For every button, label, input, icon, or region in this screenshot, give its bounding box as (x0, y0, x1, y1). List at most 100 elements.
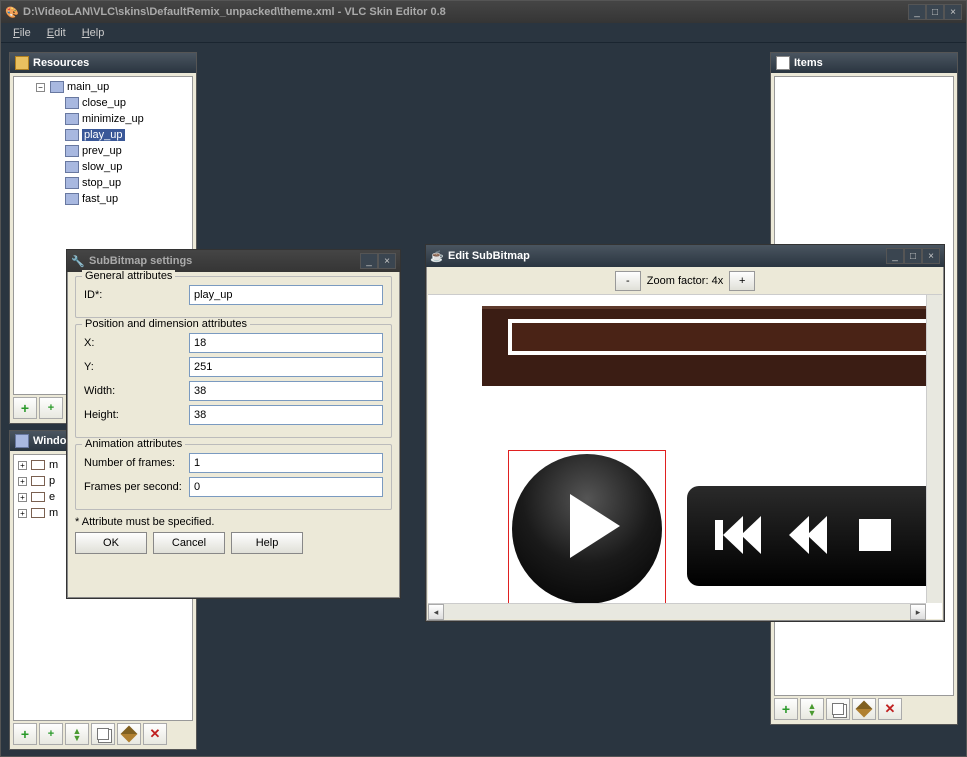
item-duplicate-button[interactable] (826, 698, 850, 720)
maximize-button[interactable]: □ (926, 4, 944, 20)
tree-item-label: play_up (82, 129, 125, 141)
tree-row[interactable]: fast_up (16, 191, 190, 207)
tree-item-label: close_up (82, 97, 126, 109)
bitmap-icon (65, 113, 79, 125)
add-sub-button[interactable]: + (39, 397, 63, 419)
menu-help[interactable]: Help (74, 25, 113, 41)
edit-maximize-button[interactable]: □ (904, 248, 922, 264)
expand-icon[interactable]: + (18, 461, 27, 470)
delete-icon: ✕ (150, 726, 161, 742)
anim-group-label: Animation attributes (82, 438, 185, 450)
vertical-scrollbar[interactable] (926, 295, 942, 603)
edit-titlebar[interactable]: ☕ Edit SubBitmap _ □ × (426, 245, 944, 267)
minimize-button[interactable]: _ (908, 4, 926, 20)
tree-item-label: fast_up (82, 193, 118, 205)
window-icon (31, 460, 45, 470)
window-icon (31, 508, 45, 518)
close-button[interactable]: × (944, 4, 962, 20)
position-dimension-group: Position and dimension attributes X: Y: … (75, 324, 392, 438)
width-label: Width: (84, 385, 189, 397)
updown-icon (808, 701, 817, 718)
tree-row[interactable]: minimize_up (16, 111, 190, 127)
bitmap-canvas-area[interactable] (428, 295, 942, 619)
width-field[interactable] (189, 381, 383, 401)
settings-minimize-button[interactable]: _ (360, 253, 378, 269)
menu-edit[interactable]: Edit (39, 25, 74, 41)
zoom-out-button[interactable]: - (615, 271, 641, 291)
settings-close-button[interactable]: × (378, 253, 396, 269)
copy-icon (832, 703, 844, 715)
expand-icon[interactable]: + (18, 493, 27, 502)
expand-icon[interactable]: + (18, 509, 27, 518)
subbitmap-settings-dialog: 🔧 SubBitmap settings _ × General attribu… (66, 249, 401, 599)
help-button[interactable]: Help (231, 532, 303, 554)
y-field[interactable] (189, 357, 383, 377)
height-label: Height: (84, 409, 189, 421)
tree-row[interactable]: close_up (16, 95, 190, 111)
edit-button[interactable] (117, 723, 141, 745)
tree-item-label: stop_up (82, 177, 121, 189)
tree-row-root[interactable]: − main_up (16, 79, 190, 95)
item-add-button[interactable]: + (774, 698, 798, 720)
expand-icon[interactable]: + (18, 477, 27, 486)
items-toolbar: + ✕ (774, 698, 954, 722)
settings-titlebar[interactable]: 🔧 SubBitmap settings _ × (67, 250, 400, 272)
tree-item-label: minimize_up (82, 113, 144, 125)
tree-row[interactable]: play_up (16, 127, 190, 143)
bitmap-icon (65, 145, 79, 157)
windows-icon (15, 434, 29, 448)
tree-row[interactable]: slow_up (16, 159, 190, 175)
tree-root-label: main_up (67, 81, 109, 93)
edit-minimize-button[interactable]: _ (886, 248, 904, 264)
java-icon: ☕ (430, 249, 444, 263)
selection-rectangle[interactable] (508, 450, 666, 608)
horizontal-scrollbar[interactable]: ◂ ▸ (428, 603, 926, 619)
resources-header: Resources (10, 53, 196, 73)
zoom-toolbar: - Zoom factor: 4x + (428, 267, 942, 295)
pencil-icon (121, 726, 138, 743)
zoom-in-button[interactable]: + (729, 271, 755, 291)
edit-close-button[interactable]: × (922, 248, 940, 264)
tree-row[interactable]: prev_up (16, 143, 190, 159)
items-title: Items (794, 57, 823, 69)
rewind-icon (789, 516, 831, 554)
zoom-label: Zoom factor: 4x (647, 275, 723, 287)
x-label: X: (84, 337, 189, 349)
move-button[interactable] (65, 723, 89, 745)
main-titlebar[interactable]: 🎨 D:\VideoLAN\VLC\skins\DefaultRemix_unp… (1, 1, 966, 23)
add-layout-button[interactable]: + (39, 723, 63, 745)
add-window-button[interactable]: + (13, 723, 37, 745)
tree-row[interactable]: stop_up (16, 175, 190, 191)
number-of-frames-field[interactable] (189, 453, 383, 473)
menubar: File Edit Help (1, 23, 966, 43)
item-move-button[interactable] (800, 698, 824, 720)
tree-item-label: prev_up (82, 145, 122, 157)
frames-per-second-field[interactable] (189, 477, 383, 497)
window-item-label: p (49, 475, 55, 487)
delete-button[interactable]: ✕ (143, 723, 167, 745)
ok-button[interactable]: OK (75, 532, 147, 554)
scroll-left-button[interactable]: ◂ (428, 604, 444, 620)
bitmap-preview (432, 299, 922, 619)
folder-icon (15, 56, 29, 70)
bitmap-icon (65, 97, 79, 109)
window-item-label: m (49, 459, 58, 471)
cancel-button[interactable]: Cancel (153, 532, 225, 554)
item-edit-button[interactable] (852, 698, 876, 720)
item-delete-button[interactable]: ✕ (878, 698, 902, 720)
skin-slider-graphic (508, 319, 932, 355)
scroll-track[interactable] (444, 604, 910, 619)
x-field[interactable] (189, 333, 383, 353)
bitmap-icon (65, 177, 79, 189)
scroll-right-button[interactable]: ▸ (910, 604, 926, 620)
menu-file[interactable]: File (5, 25, 39, 41)
add-button[interactable]: + (13, 397, 37, 419)
general-group-label: General attributes (82, 270, 175, 282)
height-field[interactable] (189, 405, 383, 425)
main-window: 🎨 D:\VideoLAN\VLC\skins\DefaultRemix_unp… (0, 0, 967, 757)
duplicate-button[interactable] (91, 723, 115, 745)
plus-icon: + (48, 402, 54, 414)
id-field[interactable] (189, 285, 383, 305)
fps-label: Frames per second: (84, 481, 189, 493)
collapse-icon[interactable]: − (36, 83, 45, 92)
